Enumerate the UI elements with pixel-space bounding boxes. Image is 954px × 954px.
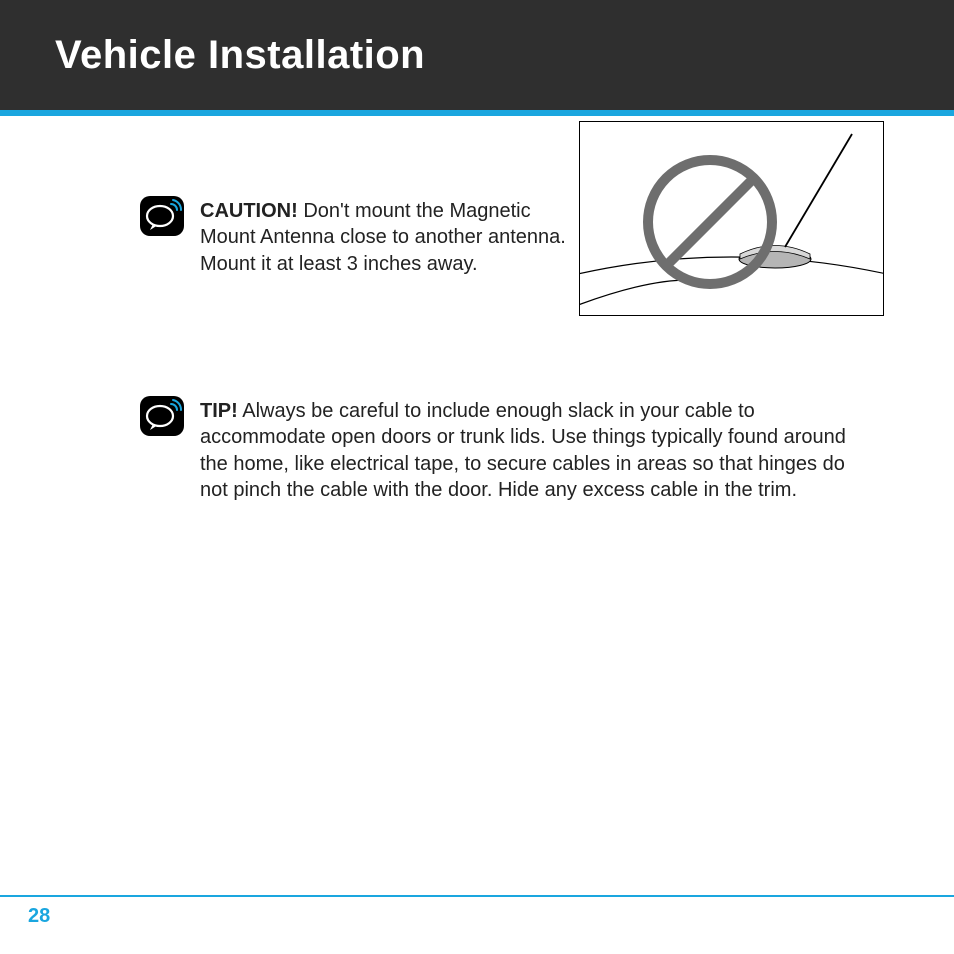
manual-page: Vehicle Installation CAUTION! Don't moun… — [0, 0, 954, 954]
page-content: CAUTION! Don't mount the Magnetic Mount … — [0, 116, 954, 504]
caution-row: CAUTION! Don't mount the Magnetic Mount … — [140, 196, 884, 316]
page-title: Vehicle Installation — [55, 33, 425, 78]
tip-label: TIP! — [200, 400, 238, 422]
tip-row: TIP! Always be careful to include enough… — [140, 396, 884, 504]
caution-icon-col — [140, 196, 200, 236]
page-footer: 28 — [0, 895, 954, 954]
page-header: Vehicle Installation — [0, 0, 954, 110]
caution-text: CAUTION! Don't mount the Magnetic Mount … — [200, 196, 579, 277]
page-number: 28 — [0, 905, 954, 954]
speech-signal-icon — [140, 196, 184, 236]
caution-label: CAUTION! — [200, 200, 298, 222]
antenna-prohibited-diagram — [579, 121, 884, 316]
speech-signal-icon — [140, 396, 184, 436]
tip-body: Always be careful to include enough slac… — [200, 400, 846, 501]
antenna-diagram-col — [579, 121, 884, 316]
tip-icon-col — [140, 396, 200, 436]
tip-text: TIP! Always be careful to include enough… — [200, 396, 884, 504]
footer-accent-line — [0, 895, 954, 897]
